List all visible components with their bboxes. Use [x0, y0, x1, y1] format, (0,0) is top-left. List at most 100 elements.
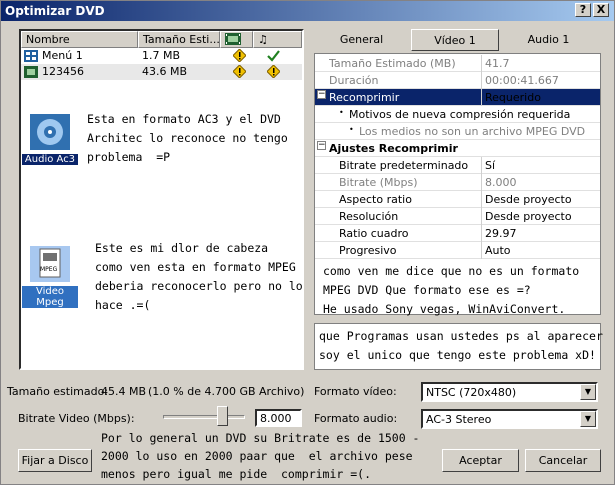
property-row[interactable]: Ratio cuadro 29.97 [315, 225, 600, 242]
property-row[interactable]: Duración 00:00:41.667 [315, 72, 600, 89]
audio-format-value: AC-3 Stereo [426, 413, 492, 426]
column-divider [481, 72, 482, 89]
property-value[interactable]: Auto [485, 244, 511, 257]
annotation-ac3: Esta en formato AC3 y el DVD Architec lo… [87, 112, 288, 164]
warning-icon [233, 65, 246, 78]
annotation-bitrate: Por lo general un DVD su Britrate es de … [101, 431, 420, 481]
video-file-item[interactable]: MPEG Video Mpeg [22, 246, 78, 308]
estimated-size-detail: (1.0 % de 4.700 GB Archivo) [148, 385, 305, 398]
window-title: Optimizar DVD [5, 4, 105, 18]
property-value[interactable]: Desde proyecto [485, 210, 572, 223]
icon-label: Audio Ac3 [22, 154, 78, 165]
bitrate-slider-handle[interactable] [217, 406, 229, 426]
property-value[interactable]: 00:00:41.667 [485, 74, 559, 87]
estimated-size-label: Tamaño estimado: [7, 385, 109, 398]
property-name: Recomprimir [329, 91, 400, 104]
chevron-down-icon[interactable]: ▼ [580, 384, 596, 400]
property-row[interactable]: Motivos de nueva compresión requerida • [315, 106, 600, 123]
warning-icon [267, 65, 280, 78]
property-name: Resolución [339, 210, 399, 223]
column-header-name[interactable]: Nombre [21, 31, 138, 48]
video-format-value: NTSC (720x480) [426, 386, 517, 399]
column-header-audio[interactable]: ♫ [253, 31, 302, 48]
list-item[interactable]: Menú 1 1.7 MB [21, 48, 302, 64]
column-divider [481, 174, 482, 191]
title-bar: Optimizar DVD [1, 1, 614, 21]
chevron-down-icon[interactable]: ▼ [580, 411, 596, 427]
property-name: Progresivo [339, 244, 397, 257]
description-panel: que Programas usan ustedes ps al aparece… [314, 323, 603, 370]
accept-button[interactable]: Aceptar [442, 449, 519, 472]
property-value[interactable]: 29.97 [485, 227, 517, 240]
help-button[interactable]: ? [575, 3, 591, 17]
property-row[interactable]: Bitrate (Mbps) 8.000 [315, 174, 600, 191]
property-name: Ratio cuadro [339, 227, 409, 240]
property-row[interactable]: Bitrate predeterminado Sí [315, 157, 600, 174]
item-size: 1.7 MB [142, 49, 181, 62]
property-row[interactable]: − Ajustes Recomprimir [315, 140, 600, 157]
tab-audio-1[interactable]: Audio 1 [501, 29, 596, 51]
property-name: Tamaño Estimado (MB) [329, 57, 456, 70]
property-row[interactable]: Los medios no son un archivo MPEG DVD • [315, 123, 600, 140]
item-name: Menú 1 [42, 49, 83, 62]
icon-label: Video Mpeg [22, 286, 78, 308]
property-row[interactable]: Progresivo Auto [315, 242, 600, 259]
property-name: Los medios no son un archivo MPEG DVD [359, 125, 586, 138]
item-name: 123456 [42, 65, 84, 78]
collapse-toggle-icon[interactable]: − [317, 90, 326, 99]
tab-general[interactable]: General [314, 29, 409, 51]
tab-video-1[interactable]: Vídeo 1 [411, 29, 499, 51]
item-size: 43.6 MB [142, 65, 188, 78]
column-header-size[interactable]: Tamaño Esti... [138, 31, 220, 48]
column-divider [481, 89, 482, 106]
film-icon [24, 66, 38, 78]
audio-format-select[interactable]: AC-3 Stereo ▼ [421, 409, 598, 429]
property-row[interactable]: − Recomprimir Requerido [315, 89, 600, 106]
annotation-properties: como ven me dice que no es un formato MP… [323, 264, 580, 316]
cancel-button[interactable]: Cancelar [525, 449, 601, 472]
menu-icon [24, 50, 38, 62]
audio-file-item[interactable]: Audio Ac3 [22, 114, 78, 170]
film-icon [225, 33, 241, 45]
column-divider [481, 157, 482, 174]
check-icon [267, 50, 280, 62]
column-divider [481, 208, 482, 225]
list-item[interactable]: 123456 43.6 MB [21, 64, 302, 80]
collapse-toggle-icon[interactable]: − [317, 141, 326, 150]
audio-format-label: Formato audio: [314, 412, 398, 425]
music-note-icon: ♫ [258, 33, 268, 46]
property-row[interactable]: Tamaño Estimado (MB) 41.7 [315, 55, 600, 72]
property-row[interactable]: Aspecto ratio Desde proyecto [315, 191, 600, 208]
optimize-dvd-dialog: Optimizar DVD ? X Nombre Tamaño Esti... … [0, 0, 615, 485]
video-file-icon [30, 246, 70, 282]
property-value[interactable]: 41.7 [485, 57, 510, 70]
property-name: Bitrate predeterminado [339, 159, 469, 172]
property-value[interactable]: Desde proyecto [485, 193, 572, 206]
close-button[interactable]: X [593, 3, 609, 17]
mpeg-badge: MPEG [40, 266, 58, 273]
property-name: Motivos de nueva compresión requerida [349, 108, 571, 121]
column-header-video[interactable] [220, 31, 253, 48]
property-name: Aspecto ratio [339, 193, 412, 206]
property-name: Bitrate (Mbps) [339, 176, 418, 189]
bullet-icon: • [349, 125, 354, 134]
estimated-size-value: 45.4 MB [101, 385, 147, 398]
property-row[interactable]: Resolución Desde proyecto [315, 208, 600, 225]
bitrate-input[interactable]: 8.000 [255, 409, 302, 427]
audio-file-icon [30, 114, 70, 150]
bullet-icon: • [339, 108, 344, 117]
annotation-mpeg: Este es mi dlor de cabeza como ven esta … [95, 241, 303, 312]
property-value[interactable]: 8.000 [485, 176, 517, 189]
column-divider [481, 55, 482, 72]
bitrate-slider-track[interactable] [163, 415, 245, 419]
fit-to-disc-button[interactable]: Fijar a Disco [18, 449, 92, 472]
bitrate-label: Bitrate Video (Mbps): [18, 412, 135, 425]
video-format-select[interactable]: NTSC (720x480) ▼ [421, 382, 598, 402]
property-name: Duración [329, 74, 379, 87]
column-divider [481, 225, 482, 242]
media-list[interactable]: Nombre Tamaño Esti... ♫ Menú 1 1.7 MB 12… [19, 29, 304, 370]
column-divider [481, 191, 482, 208]
property-value[interactable]: Requerido [485, 91, 541, 104]
property-value[interactable]: Sí [485, 159, 495, 172]
video-format-label: Formato vídeo: [314, 385, 397, 398]
